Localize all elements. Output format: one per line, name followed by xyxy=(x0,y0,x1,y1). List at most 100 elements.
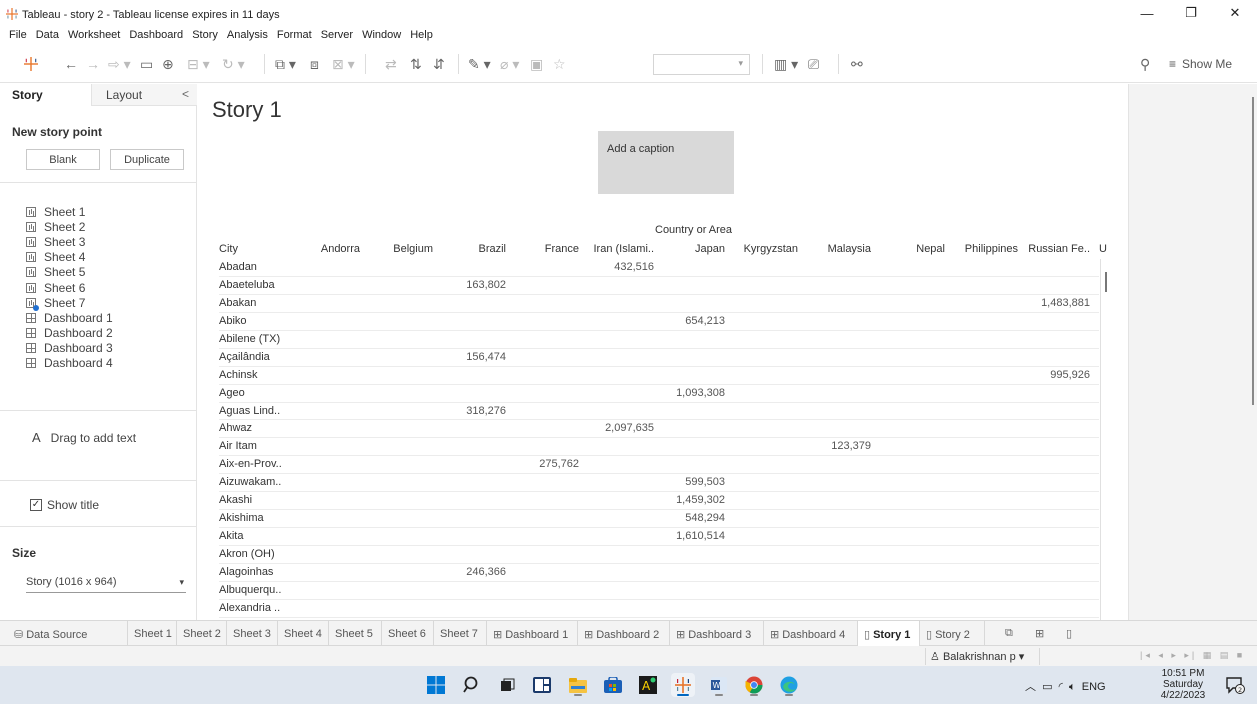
table-row[interactable]: Aix-en-Prov.. 275,762 xyxy=(219,456,1099,475)
show-labels-icon[interactable]: ▣ xyxy=(530,55,543,73)
group-icon[interactable]: ⌀ ▾ xyxy=(500,55,519,73)
clock[interactable]: 10:51 PM Saturday 4/22/2023 xyxy=(1153,668,1213,701)
edge-icon[interactable] xyxy=(777,673,801,697)
sheet-tab[interactable]: Sheet 1 xyxy=(128,621,177,647)
new-story-tab-icon[interactable]: ▯ xyxy=(1066,627,1072,640)
sheet-tab[interactable]: Sheet 5 xyxy=(329,621,382,647)
swap-icon[interactable]: ⇄ xyxy=(385,55,397,73)
table-row[interactable]: Açailândia 156,474 xyxy=(219,349,1099,367)
menu-analysis[interactable]: Analysis xyxy=(223,26,273,44)
pin-icon[interactable]: ☆ xyxy=(553,55,566,73)
city-column-header[interactable]: City xyxy=(219,243,238,255)
highlight-icon[interactable]: ✎ ▾ xyxy=(468,55,491,73)
pause-updates-icon[interactable]: ⊟ ▾ xyxy=(187,55,210,73)
task-view-icon[interactable] xyxy=(495,673,519,697)
show-title-checkbox[interactable]: ✓ Show title xyxy=(30,498,99,512)
menu-format[interactable]: Format xyxy=(273,26,317,44)
table-row[interactable]: Aguas Lind.. 318,276 xyxy=(219,403,1099,421)
windows-start-icon[interactable] xyxy=(424,673,448,697)
sheet-list-item[interactable]: Sheet 3 xyxy=(26,234,196,249)
table-row[interactable]: Alexandria .. xyxy=(219,600,1099,618)
chevron-up-icon[interactable]: ︿ xyxy=(1025,681,1036,693)
sheet-tab[interactable]: ⛁ Data Source xyxy=(0,621,128,647)
duplicate-sheet-icon[interactable]: ⧈ xyxy=(310,55,319,73)
clear-sheet-icon[interactable]: ⊠ ▾ xyxy=(332,55,355,73)
menu-worksheet[interactable]: Worksheet xyxy=(64,26,125,44)
close-button[interactable]: ✕ xyxy=(1213,0,1257,26)
menu-file[interactable]: File xyxy=(5,26,32,44)
sheet-list-item[interactable]: Sheet 4 xyxy=(26,250,196,265)
app-icon[interactable]: A xyxy=(636,673,660,697)
microsoft-store-icon[interactable] xyxy=(601,673,625,697)
tab-story[interactable]: Story xyxy=(0,84,91,106)
fit-dropdown[interactable]: ▾ xyxy=(653,54,750,75)
table-row[interactable]: Aizuwakam.. 599,503 xyxy=(219,474,1099,493)
new-data-source-icon[interactable]: ⊕ xyxy=(162,55,174,73)
sheet-tab[interactable]: Sheet 4 xyxy=(278,621,329,647)
table-row[interactable]: Akashi 1,459,302 xyxy=(219,492,1099,511)
file-explorer-icon[interactable] xyxy=(566,673,590,697)
column-header[interactable]: Philippines xyxy=(965,243,1018,255)
story-size-select[interactable]: Story (1016 x 964) ▾ xyxy=(26,573,186,593)
notification-icon[interactable]: 2 xyxy=(1225,676,1245,694)
share-icon[interactable]: ⚯ xyxy=(851,55,863,73)
table-row[interactable]: Abiko 654,213 xyxy=(219,313,1099,331)
redo-arrow-icon[interactable]: ⇨ ▾ xyxy=(108,55,131,73)
column-header[interactable]: Andorra xyxy=(321,243,360,255)
vertical-scrollbar[interactable] xyxy=(1252,97,1254,405)
table-row[interactable]: Abakan 1,483,881 xyxy=(219,295,1099,313)
table-row[interactable]: Albuquerqu.. xyxy=(219,582,1099,600)
column-header[interactable]: Kyrgyzstan xyxy=(744,243,798,255)
table-row[interactable]: Akishima 548,294 xyxy=(219,510,1099,529)
show-cards-icon[interactable]: ▥ ▾ xyxy=(774,55,798,73)
table-row[interactable]: Alagoinhas 246,366 xyxy=(219,564,1099,582)
sheet-tab[interactable]: Sheet 6 xyxy=(382,621,434,647)
column-header[interactable]: U xyxy=(1099,243,1107,255)
table-row[interactable]: Abilene (TX) xyxy=(219,331,1099,349)
column-header[interactable]: Japan xyxy=(695,243,725,255)
menu-story[interactable]: Story xyxy=(188,26,223,44)
menu-help[interactable]: Help xyxy=(406,26,438,44)
back-arrow-icon[interactable]: ← xyxy=(64,55,78,73)
sort-ascending-icon[interactable]: ⇅ xyxy=(410,55,422,73)
widgets-icon[interactable] xyxy=(530,673,554,697)
story-title[interactable]: Story 1 xyxy=(212,97,282,123)
pin-toolbar-icon[interactable]: ⚲ xyxy=(1140,55,1150,73)
sheet-tab[interactable]: ⊞ Dashboard 2 xyxy=(578,621,670,647)
table-row[interactable]: Ageo 1,093,308 xyxy=(219,385,1099,403)
tableau-taskbar-icon[interactable] xyxy=(671,673,695,697)
blank-button[interactable]: Blank xyxy=(26,149,100,170)
search-icon[interactable] xyxy=(460,673,484,697)
table-row[interactable]: Abaeteluba 163,802 xyxy=(219,277,1099,295)
sheet-list-item[interactable]: Sheet 1 xyxy=(26,204,196,219)
table-row[interactable]: Akron (OH) xyxy=(219,546,1099,564)
tableau-home-icon[interactable] xyxy=(24,55,38,73)
column-header[interactable]: Iran (Islami.. xyxy=(593,243,654,255)
sheet-tab[interactable]: Sheet 2 xyxy=(177,621,227,647)
sheet-tab[interactable]: Sheet 3 xyxy=(227,621,278,647)
restore-button[interactable]: ❐ xyxy=(1169,0,1213,26)
story-caption[interactable]: Add a caption xyxy=(598,131,734,194)
table-scrollbar[interactable] xyxy=(1100,259,1110,620)
new-dashboard-tab-icon[interactable]: ⊞ xyxy=(1035,627,1044,640)
word-icon[interactable]: W xyxy=(707,673,731,697)
table-row[interactable]: Ahwaz 2,097,635 xyxy=(219,420,1099,439)
column-header[interactable]: Belgium xyxy=(393,243,433,255)
column-header[interactable]: France xyxy=(545,243,579,255)
language-indicator[interactable]: ENG xyxy=(1082,681,1106,693)
table-row[interactable]: Air Itam 123,379 xyxy=(219,438,1099,457)
presentation-mode-icon[interactable]: ⎚ xyxy=(808,55,819,73)
sheet-navigation-buttons[interactable]: |◂ ◂ ▸ ▸| ▦ ▤ ■ xyxy=(1140,650,1245,661)
sheet-tab[interactable]: ⊞ Dashboard 1 xyxy=(487,621,578,647)
sheet-list-item[interactable]: Dashboard 4 xyxy=(26,356,196,371)
system-tray[interactable]: ︿ ▭ ◜ 🔈︎ ENG xyxy=(1025,678,1106,694)
sheet-list-item[interactable]: Dashboard 3 xyxy=(26,341,196,356)
table-row[interactable]: Akita 1,610,514 xyxy=(219,528,1099,546)
menu-window[interactable]: Window xyxy=(358,26,406,44)
sort-descending-icon[interactable]: ⇵ xyxy=(433,55,445,73)
column-header[interactable]: Nepal xyxy=(916,243,945,255)
sheet-list-item[interactable]: Sheet 7 xyxy=(26,295,196,311)
refresh-icon[interactable]: ↻ ▾ xyxy=(222,55,245,73)
sheet-tab[interactable]: ▯ Story 1 xyxy=(858,621,920,647)
table-row[interactable]: Abadan 432,516 xyxy=(219,259,1099,277)
